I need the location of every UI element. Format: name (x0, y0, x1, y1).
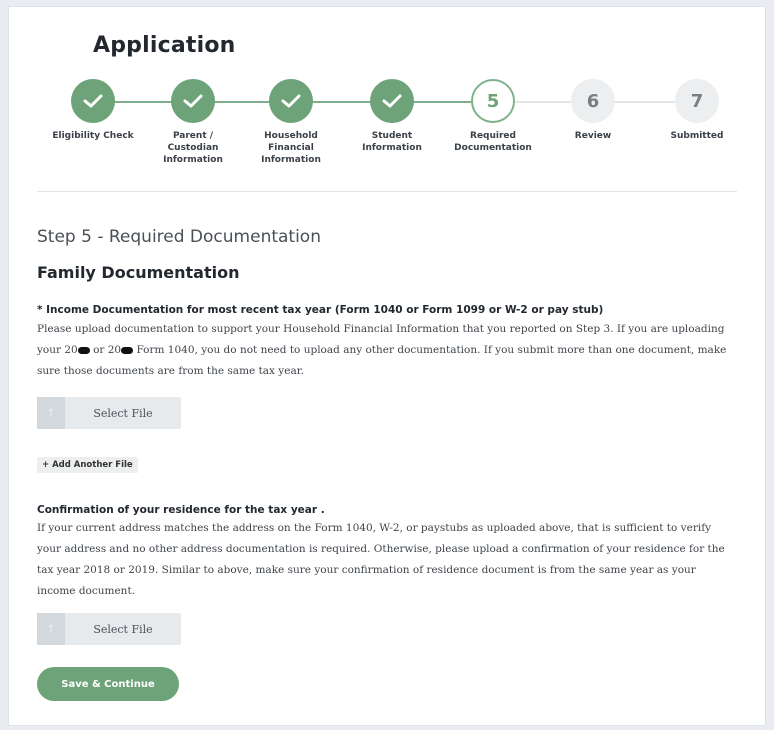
income-doc-title: * Income Documentation for most recent t… (37, 304, 604, 316)
income-doc-description: Please upload documentation to support y… (37, 319, 737, 382)
select-file-label: Select File (93, 406, 153, 420)
residence-doc-description: If your current address matches the addr… (37, 522, 725, 597)
add-another-file-button[interactable]: + Add Another File (37, 457, 138, 473)
step-circle: 5 (471, 79, 515, 123)
step-circle (370, 79, 414, 123)
step-label: Student Information (362, 131, 422, 153)
step-circle: 6 (571, 79, 615, 123)
check-icon (382, 94, 402, 108)
page-title: Application (93, 33, 236, 58)
redaction-mark (121, 346, 134, 354)
upload-icon: ↑ (37, 613, 65, 645)
income-text-part-2: or 20 (89, 344, 122, 356)
check-icon (281, 94, 301, 108)
application-card: Application Eligibility Check Parent / C… (8, 6, 766, 726)
step-submitted[interactable]: 7 Submitted (637, 79, 757, 142)
step-circle (269, 79, 313, 123)
check-icon (183, 94, 203, 108)
step-circle: 7 (675, 79, 719, 123)
step-label: Submitted (670, 131, 724, 141)
step-circle (171, 79, 215, 123)
step-label: Parent / Custodian Information (163, 131, 223, 165)
step-circle (71, 79, 115, 123)
check-icon (83, 94, 103, 108)
step-label: Required Documentation (454, 131, 532, 153)
upload-icon: ↑ (37, 397, 65, 429)
divider (37, 191, 737, 192)
progress-stepper: Eligibility Check Parent / Custodian Inf… (9, 79, 765, 179)
step-label: Review (574, 131, 612, 141)
income-text-part-3: Form 1040, you do not need to upload any… (37, 344, 727, 377)
residence-select-file-button[interactable]: ↑ Select File (37, 613, 181, 645)
step-review[interactable]: 6 Review (533, 79, 653, 142)
section-title: Family Documentation (37, 263, 240, 282)
step-label: Household Financial Information (261, 131, 321, 165)
select-file-label: Select File (93, 622, 153, 636)
redaction-mark (77, 346, 90, 354)
save-continue-button[interactable]: Save & Continue (37, 667, 179, 701)
residence-doc-title: Confirmation of your residence for the t… (37, 504, 325, 516)
step-heading: Step 5 - Required Documentation (37, 227, 321, 247)
income-select-file-button[interactable]: ↑ Select File (37, 397, 181, 429)
